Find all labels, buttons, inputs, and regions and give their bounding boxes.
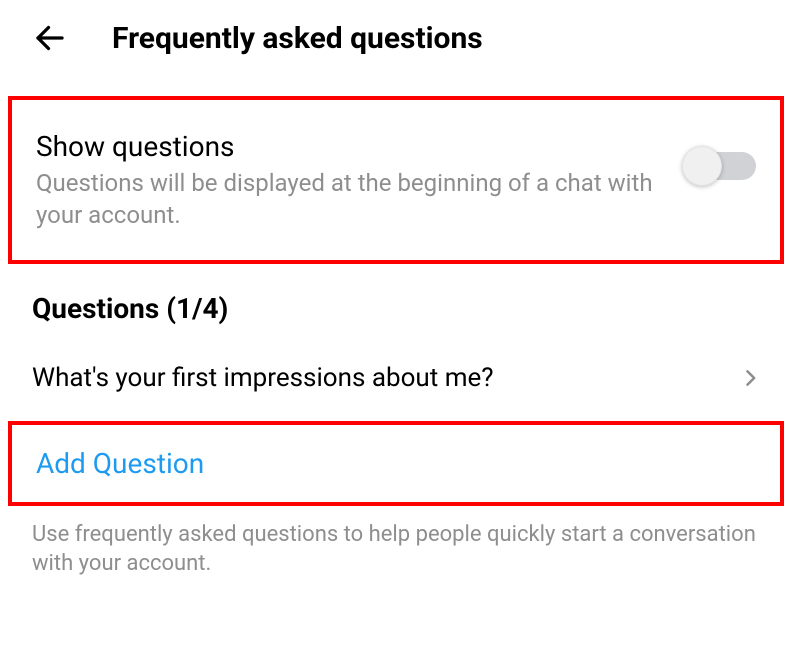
show-questions-section: Show questions Questions will be display… [12,100,780,260]
highlight-box-add-question: Add Question [8,421,784,506]
back-button[interactable] [28,16,72,60]
arrow-left-icon [32,20,68,56]
highlight-box-show-questions: Show questions Questions will be display… [8,96,784,264]
question-item[interactable]: What's your first impressions about me? [0,333,792,413]
chevron-right-icon [740,364,760,392]
add-question-link[interactable]: Add Question [36,447,204,480]
questions-counter-row: Questions (1/4) [0,264,792,333]
show-questions-description: Questions will be displayed at the begin… [36,167,666,232]
footer-help-text: Use frequently asked questions to help p… [0,506,792,579]
question-text: What's your first impressions about me? [32,363,494,393]
show-questions-title: Show questions [36,130,666,163]
page-title: Frequently asked questions [112,21,483,56]
header: Frequently asked questions [0,0,792,76]
questions-counter: Questions (1/4) [32,292,760,325]
toggle-knob [682,146,722,186]
show-questions-toggle[interactable] [686,152,756,180]
